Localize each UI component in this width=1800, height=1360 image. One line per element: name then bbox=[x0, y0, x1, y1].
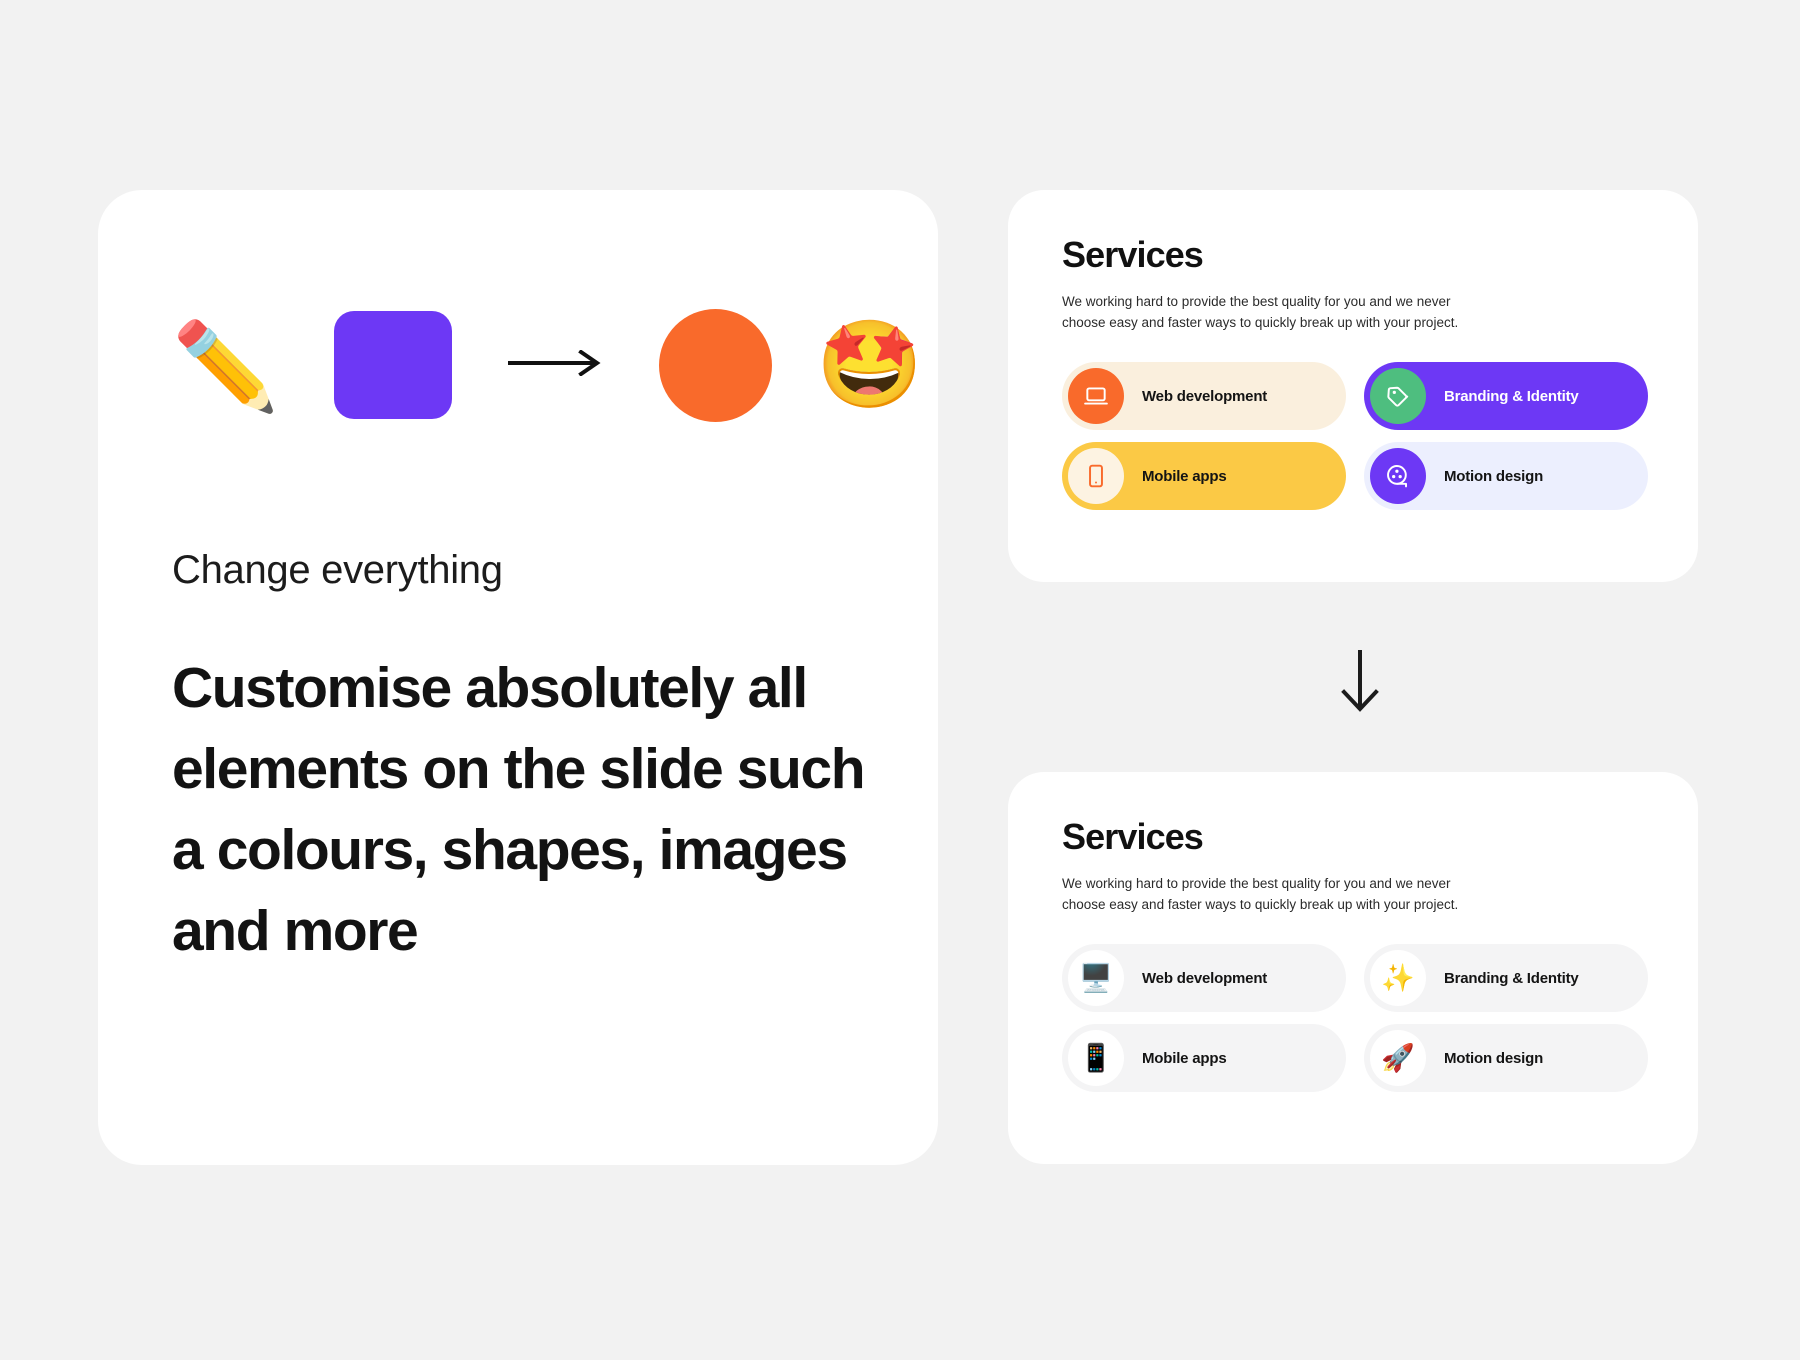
desktop-computer-emoji: 🖥️ bbox=[1068, 950, 1124, 1006]
services-title-top: Services bbox=[1062, 234, 1204, 275]
service-item-mobile-apps[interactable]: Mobile apps bbox=[1062, 442, 1346, 510]
shape-demo-row: ✏️ 🤩 bbox=[172, 308, 924, 422]
service-item-mobile-apps[interactable]: 📱 Mobile apps bbox=[1062, 1024, 1346, 1092]
services-card-styled: Services We working hard to provide the … bbox=[1008, 190, 1698, 582]
left-showcase-card: ✏️ 🤩 Change everything Customise absolut… bbox=[98, 190, 938, 1165]
pencil-emoji: ✏️ bbox=[172, 319, 280, 415]
arrow-down-icon bbox=[1330, 648, 1390, 718]
mobile-phone-emoji: 📱 bbox=[1068, 1030, 1124, 1086]
service-label: Motion design bbox=[1444, 1049, 1544, 1067]
orange-circle bbox=[659, 308, 773, 422]
smartphone-icon bbox=[1068, 448, 1124, 504]
eyebrow-text: Change everything bbox=[172, 548, 503, 592]
emoji-glyph: ✨ bbox=[1381, 962, 1415, 993]
laptop-icon bbox=[1068, 368, 1124, 424]
services-title-bottom: Services bbox=[1062, 816, 1204, 857]
service-item-motion-design[interactable]: Motion design bbox=[1364, 442, 1648, 510]
arrow-right-icon bbox=[507, 348, 607, 381]
purple-rounded-square bbox=[334, 311, 453, 419]
service-label: Motion design bbox=[1444, 467, 1544, 485]
services-list-bottom: 🖥️ Web development ✨ Branding & Identity… bbox=[1062, 944, 1648, 1092]
sparkles-emoji: ✨ bbox=[1370, 950, 1426, 1006]
service-label: Mobile apps bbox=[1142, 467, 1227, 485]
services-description-bottom: We working hard to provide the best qual… bbox=[1062, 876, 1459, 912]
rocket-emoji: 🚀 bbox=[1370, 1030, 1426, 1086]
star-struck-emoji: 🤩 bbox=[816, 317, 924, 413]
service-item-web-development[interactable]: Web development bbox=[1062, 362, 1346, 430]
service-label: Mobile apps bbox=[1142, 1049, 1227, 1067]
slide-canvas: ✏️ 🤩 Change everything Customise absolut… bbox=[0, 0, 1800, 1360]
service-label: Branding & Identity bbox=[1444, 387, 1579, 405]
service-label: Branding & Identity bbox=[1444, 969, 1579, 987]
service-label: Web development bbox=[1142, 387, 1268, 405]
tag-icon bbox=[1370, 368, 1426, 424]
services-description-top: We working hard to provide the best qual… bbox=[1062, 294, 1459, 330]
service-item-web-development[interactable]: 🖥️ Web development bbox=[1062, 944, 1346, 1012]
emoji-glyph: 🚀 bbox=[1381, 1042, 1415, 1073]
emoji-glyph: 📱 bbox=[1079, 1042, 1113, 1073]
service-item-branding-identity[interactable]: ✨ Branding & Identity bbox=[1364, 944, 1648, 1012]
emoji-glyph: 🖥️ bbox=[1079, 962, 1113, 993]
page-title: Customise absolutely all elements on the… bbox=[172, 656, 866, 963]
services-list-top: Web development Branding & Identity Mobi… bbox=[1062, 362, 1648, 510]
film-reel-icon bbox=[1370, 448, 1426, 504]
services-card-plain: Services We working hard to provide the … bbox=[1008, 772, 1698, 1164]
service-label: Web development bbox=[1142, 969, 1268, 987]
service-item-branding-identity[interactable]: Branding & Identity bbox=[1364, 362, 1648, 430]
service-item-motion-design[interactable]: 🚀 Motion design bbox=[1364, 1024, 1648, 1092]
